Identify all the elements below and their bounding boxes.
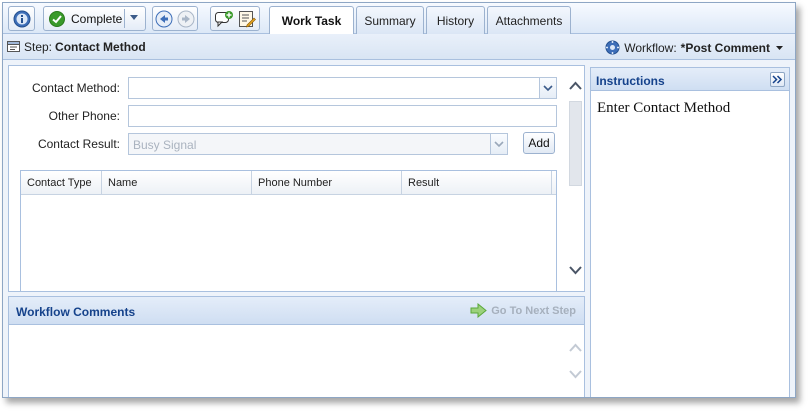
contacts-grid: Contact Type Name Phone Number Result <box>20 170 557 292</box>
workflow-value: *Post Comment <box>680 40 770 55</box>
navigation-group <box>152 6 198 31</box>
workflow-label: Workflow: <box>624 40 677 55</box>
add-comment-icon[interactable] <box>214 10 234 28</box>
comments-header: Workflow Comments Go To Next Step <box>9 297 584 325</box>
scroll-thumb[interactable] <box>569 101 582 186</box>
step-indicator: Step: Contact Method <box>6 40 146 54</box>
double-chevron-right-icon <box>772 75 783 84</box>
step-name: Contact Method <box>55 40 146 54</box>
arrow-right-icon <box>470 303 488 318</box>
column-contact-type[interactable]: Contact Type <box>21 171 102 194</box>
instructions-header: Instructions <box>591 68 789 91</box>
contact-result-select[interactable]: Busy Signal <box>128 133 508 155</box>
check-icon <box>49 10 65 27</box>
step-prefix: Step: <box>24 40 53 54</box>
scroll-up-icon[interactable] <box>569 343 582 353</box>
back-icon[interactable] <box>155 10 173 28</box>
scroll-down-icon[interactable] <box>569 265 582 275</box>
add-button[interactable]: Add <box>523 132 555 154</box>
chevron-down-icon <box>776 45 783 50</box>
chevron-down-icon[interactable] <box>129 14 139 22</box>
contact-result-label: Contact Result: <box>37 137 120 151</box>
tab-attachments[interactable]: Attachments <box>487 6 571 34</box>
tab-summary[interactable]: Summary <box>356 6 424 34</box>
instructions-title: Instructions <box>596 74 665 88</box>
collapse-button[interactable] <box>770 72 785 87</box>
contact-form-panel: Contact Method: Other Phone: Contact Res… <box>8 65 585 292</box>
toolbar: Complete Work Task Summary History Attac… <box>3 3 795 35</box>
column-result[interactable]: Result <box>402 171 552 194</box>
tab-work-task[interactable]: Work Task <box>269 6 354 35</box>
contact-method-dropdown-button[interactable] <box>539 78 556 98</box>
scroll-down-icon[interactable] <box>569 369 582 379</box>
workflow-selector[interactable]: Workflow: *Post Comment <box>605 40 785 55</box>
other-phone-label: Other Phone: <box>48 109 120 123</box>
comment-tools-group <box>210 6 260 31</box>
chevron-down-icon <box>494 141 504 148</box>
tab-history[interactable]: History <box>426 6 485 34</box>
workflow-comments-panel: Workflow Comments Go To Next Step <box>8 296 585 397</box>
go-to-next-step-button[interactable]: Go To Next Step <box>470 303 576 318</box>
info-icon <box>13 10 30 27</box>
contact-method-select[interactable] <box>128 77 557 99</box>
contact-method-label: Contact Method: <box>31 81 120 95</box>
other-phone-input[interactable] <box>128 105 557 127</box>
complete-button[interactable]: Complete <box>43 6 146 31</box>
instructions-panel: Instructions Enter Contact Method <box>590 67 790 397</box>
forward-icon[interactable] <box>177 10 195 28</box>
column-name[interactable]: Name <box>102 171 252 194</box>
complete-label: Complete <box>71 11 123 26</box>
workflow-gear-icon <box>605 40 620 55</box>
chevron-down-icon <box>543 85 553 92</box>
contact-result-dropdown-button[interactable] <box>490 134 507 154</box>
info-button[interactable] <box>8 6 35 31</box>
workflow-window: Complete Work Task Summary History Attac… <box>2 2 796 398</box>
column-phone-number[interactable]: Phone Number <box>252 171 402 194</box>
edit-list-icon[interactable] <box>238 10 256 28</box>
contact-result-value: Busy Signal <box>133 138 197 152</box>
scroll-up-icon[interactable] <box>569 81 582 91</box>
instructions-text: Enter Contact Method <box>597 100 731 116</box>
step-icon <box>7 41 20 52</box>
form-scrollbar[interactable] <box>566 76 585 284</box>
step-bar: Step: Contact Method Workflow: *Post Com… <box>3 34 795 60</box>
comments-title: Workflow Comments <box>16 305 136 319</box>
grid-header: Contact Type Name Phone Number Result <box>21 171 556 195</box>
